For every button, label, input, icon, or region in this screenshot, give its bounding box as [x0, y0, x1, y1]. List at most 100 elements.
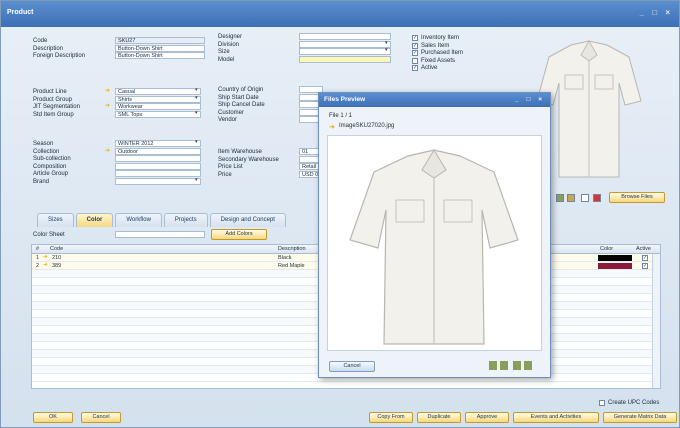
left_fields3-field-5[interactable]	[115, 177, 201, 185]
mid_fields-field-0[interactable]	[299, 33, 391, 40]
files-preview-dialog: Files Preview _ □ × File 1 / 1 ➜ ImageSK…	[318, 92, 551, 378]
cancel-button[interactable]: Cancel	[81, 412, 121, 423]
preview-filename: ImageSKU27020.jpg	[339, 123, 395, 129]
last-page-icon[interactable]	[524, 361, 532, 370]
first-page-icon[interactable]	[489, 361, 497, 370]
left_fields2-field-0[interactable]: Casual	[115, 88, 201, 95]
copy-from-button[interactable]: Copy From	[369, 412, 413, 423]
mid_fields3-label-1: Secondary Warehouse	[218, 156, 279, 163]
color-swatch	[598, 263, 632, 269]
row-description: Red Maple	[278, 263, 305, 269]
preview-shirt-image	[349, 149, 519, 345]
checkbox-0[interactable]: ✓	[412, 35, 418, 41]
approve-button[interactable]: Approve	[465, 412, 509, 423]
left_fields3-label-2: Sub-collection	[33, 156, 71, 162]
left_fields3-label-4: Article Group	[33, 171, 69, 177]
checkbox-2[interactable]: ✓	[412, 50, 418, 56]
file-arrow-icon: ➜	[329, 124, 335, 131]
mid_fields3-label-2: Price List	[218, 164, 243, 170]
mid_fields-field-2[interactable]	[299, 48, 391, 55]
checkbox-4[interactable]: ✓	[412, 65, 418, 71]
row-code: 389	[52, 263, 62, 269]
mid_fields2-label-3: Customer	[218, 109, 245, 116]
link-arrow-icon[interactable]: ➜	[105, 147, 110, 154]
product-window: Product _ □ × Code SKU27 Description Button…	[0, 0, 680, 428]
generate-matrix-button[interactable]: Generate Matrix Data	[603, 412, 677, 423]
color-sheet-field[interactable]	[115, 231, 205, 238]
left_fields3-field-0[interactable]: WINTER 2012	[115, 140, 201, 147]
preview-title: Files Preview	[324, 96, 366, 103]
left_fields-label-1: Description	[33, 45, 64, 52]
tab-workflow[interactable]: Workflow	[115, 213, 162, 227]
left_fields-label-2: Foreign Description	[33, 53, 86, 59]
mid_fields-field-1[interactable]	[299, 40, 391, 48]
left_fields-field-1[interactable]: Button-Down Shirt	[115, 44, 205, 52]
mid_fields2-label-2: Ship Cancel Date	[218, 102, 265, 108]
mid_fields3-label-0: Item Warehouse	[218, 149, 262, 155]
left_fields2-field-1[interactable]: Shirts	[115, 95, 201, 103]
delete-icon[interactable]	[593, 194, 601, 202]
ok-button[interactable]: OK	[33, 412, 73, 423]
checkbox-label-3: Fixed Assets	[421, 57, 456, 64]
grid-scrollbar[interactable]	[652, 254, 660, 388]
mid_fields-field-3[interactable]	[299, 55, 391, 63]
title-bar: Product _ □ ×	[1, 1, 679, 27]
col-header-description: Description	[278, 246, 306, 252]
left_fields2-label-2: JIT Segmentation	[33, 104, 80, 110]
preview-controls[interactable]: _ □ ×	[515, 96, 545, 103]
mid_fields-label-2: Size	[218, 49, 230, 55]
left_fields2-field-3[interactable]: SML Tops	[115, 110, 201, 118]
window-controls[interactable]: _ □ ×	[640, 8, 673, 17]
duplicate-button[interactable]: Duplicate	[417, 412, 461, 423]
tab-color[interactable]: Color	[75, 213, 114, 227]
tab-projects[interactable]: Projects	[163, 213, 208, 227]
preview-cancel-button[interactable]: Cancel	[329, 361, 375, 372]
left_fields2-label-3: Std Item Group	[33, 111, 74, 118]
left_fields3-label-3: Composition	[33, 163, 67, 170]
left_fields-label-0: Code	[33, 38, 48, 44]
checkbox-3[interactable]	[412, 57, 418, 64]
folder-icon[interactable]	[567, 194, 575, 202]
tab-design-and-concept[interactable]: Design and Concept	[209, 213, 286, 227]
window-title: Product	[7, 9, 34, 16]
link-arrow-icon[interactable]: ➜	[105, 87, 110, 94]
mid_fields3-label-3: Price	[218, 171, 232, 178]
link-arrow-icon[interactable]: ➜	[43, 254, 48, 260]
link-arrow-icon[interactable]: ➜	[105, 102, 110, 109]
next-page-icon[interactable]	[513, 361, 521, 370]
left_fields3-field-3[interactable]	[115, 162, 201, 170]
color-swatch	[598, 255, 632, 261]
color-sheet-label: Color Sheet	[33, 232, 65, 238]
tab-sizes[interactable]: Sizes	[37, 213, 74, 227]
prev-page-icon[interactable]	[500, 361, 508, 370]
mid_fields2-label-0: Country of Origin	[218, 87, 264, 93]
col-header-num: #	[36, 246, 40, 252]
checkbox-label-2: Purchased Item	[421, 50, 464, 56]
active-checkbox[interactable]: ✓	[642, 263, 648, 269]
left_fields-field-2[interactable]: Button-Down Shirt	[115, 52, 205, 59]
events-activities-button[interactable]: Events and Activities	[513, 412, 599, 423]
blank-icon[interactable]	[581, 194, 589, 202]
row-description: Black	[278, 255, 292, 261]
mid_fields-label-0: Designer	[218, 34, 243, 40]
left_fields2-field-2[interactable]: Workwear	[115, 103, 201, 110]
left_fields3-field-1[interactable]: Outdoor	[115, 147, 201, 155]
mid_fields-label-1: Division	[218, 41, 240, 48]
create-upc-checkbox[interactable]	[599, 400, 605, 406]
link-arrow-icon[interactable]: ➜	[43, 262, 48, 268]
active-checkbox[interactable]: ✓	[642, 255, 648, 261]
image-icon[interactable]	[556, 194, 564, 202]
left_fields-field-0[interactable]: SKU27	[115, 37, 205, 44]
left_fields3-field-2[interactable]	[115, 155, 201, 162]
row-number: 2	[36, 263, 40, 269]
mid_fields2-label-4: Vendor	[218, 117, 238, 123]
checkbox-1[interactable]: ✓	[412, 42, 418, 49]
left_fields2-label-0: Product Line	[33, 89, 67, 95]
left_fields3-label-0: Season	[33, 141, 54, 147]
add-colors-button[interactable]: Add Colors	[211, 229, 267, 240]
checkbox-label-0: Inventory Item	[421, 35, 460, 41]
left_fields3-field-4[interactable]	[115, 170, 201, 177]
left_fields3-label-5: Brand	[33, 178, 50, 185]
preview-title-bar: Files Preview _ □ ×	[319, 93, 550, 107]
browse-files-button[interactable]: Browse Files	[609, 192, 665, 203]
